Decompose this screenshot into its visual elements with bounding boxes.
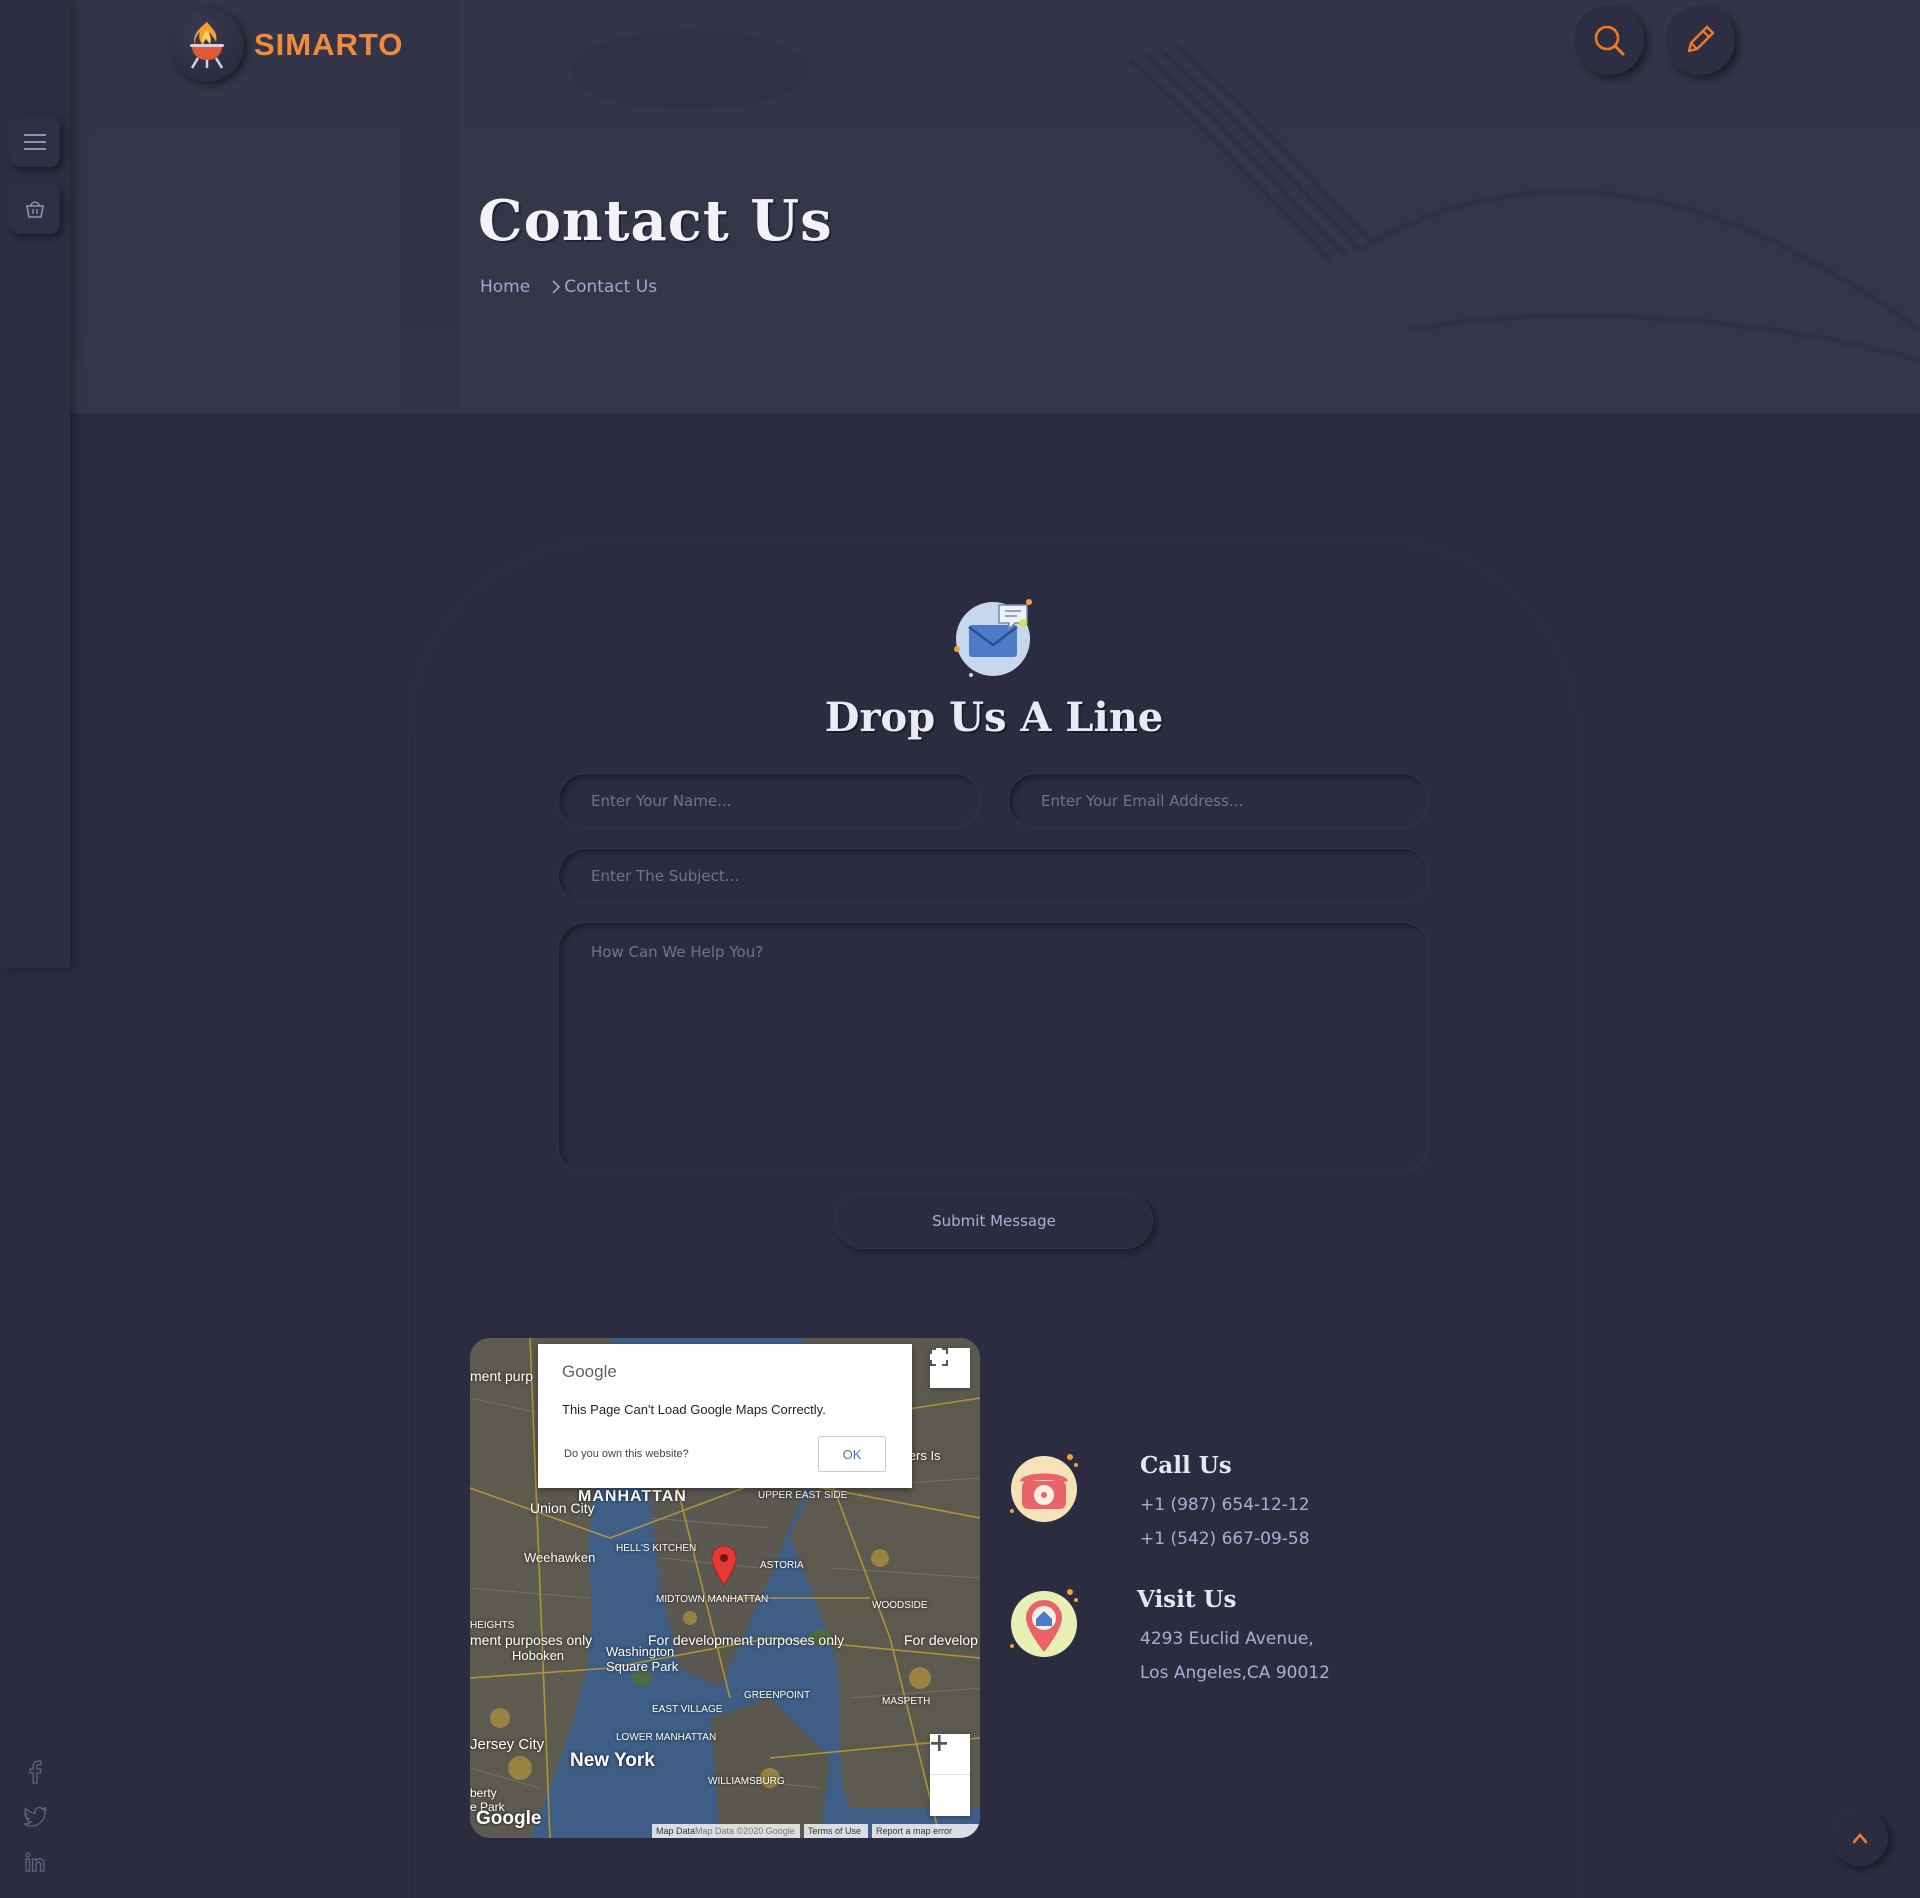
map-label: MIDTOWN MANHATTAN bbox=[656, 1594, 769, 1605]
chevron-right-icon bbox=[552, 280, 561, 294]
minus-icon bbox=[931, 1742, 947, 1745]
cart-icon bbox=[26, 201, 44, 218]
breadcrumb-home[interactable]: Home bbox=[480, 277, 530, 297]
map-label: WOODSIDE bbox=[872, 1600, 928, 1611]
search-icon bbox=[1594, 25, 1625, 56]
map-ok-button[interactable]: OK bbox=[818, 1436, 886, 1472]
zoom-out-button[interactable] bbox=[930, 1742, 970, 1815]
menu-button[interactable] bbox=[10, 117, 60, 167]
map-label: Jersey City bbox=[470, 1736, 545, 1753]
name-field[interactable]: Enter Your Name... bbox=[558, 773, 982, 829]
breadcrumb: Home Contact Us bbox=[480, 277, 657, 297]
map-marker-icon bbox=[711, 1545, 737, 1586]
google-brand-text: Google bbox=[562, 1362, 617, 1381]
google-map[interactable]: ment purp MANHATTAN Union City Weehawken… bbox=[470, 1338, 980, 1838]
message-field[interactable]: How Can We Help You? bbox=[558, 922, 1430, 1174]
submit-button[interactable]: Submit Message bbox=[835, 1193, 1153, 1249]
map-label: MASPETH bbox=[882, 1696, 931, 1707]
facebook-link[interactable] bbox=[18, 1755, 52, 1789]
map-label: EAST VILLAGE bbox=[652, 1704, 723, 1715]
email-field[interactable]: Enter Your Email Address... bbox=[1008, 773, 1430, 829]
brand-name: SIMARTO bbox=[254, 27, 404, 62]
map-label: New York bbox=[570, 1750, 655, 1771]
map-label: For develop bbox=[904, 1632, 978, 1648]
twitter-icon bbox=[23, 1807, 47, 1827]
map-own-site-question: Do you own this website? bbox=[564, 1448, 689, 1460]
grill-logo-icon bbox=[170, 8, 244, 82]
google-logo: Google bbox=[476, 1808, 542, 1829]
address-line: 4293 Euclid Avenue, bbox=[1140, 1629, 1314, 1649]
map-copyright: Map Data ©2020 Google bbox=[695, 1826, 795, 1836]
map-label: Hoboken bbox=[512, 1648, 565, 1663]
map-label: HEIGHTS bbox=[470, 1620, 515, 1631]
map-terms-link[interactable]: Terms of Use bbox=[804, 1824, 868, 1838]
map-label: UPPER EAST SIDE bbox=[758, 1490, 848, 1501]
fullscreen-button[interactable] bbox=[930, 1348, 970, 1388]
page-title: Contact Us bbox=[478, 188, 833, 254]
twitter-link[interactable] bbox=[18, 1800, 52, 1834]
map-label: WILLIAMSBURG bbox=[708, 1776, 785, 1787]
visit-us-title: Visit Us bbox=[1137, 1586, 1237, 1613]
envelope-icon bbox=[953, 597, 1037, 685]
form-title: Drop Us A Line bbox=[824, 694, 1164, 741]
address-line: Los Angeles,CA 90012 bbox=[1140, 1663, 1330, 1683]
map-label: Union City bbox=[530, 1500, 595, 1516]
site-logo[interactable]: SIMARTO bbox=[170, 8, 403, 82]
phone-number[interactable]: +1 (987) 654-12-12 bbox=[1140, 1495, 1310, 1515]
phone-number[interactable]: +1 (542) 667-09-58 bbox=[1140, 1529, 1310, 1549]
location-pin-icon bbox=[1008, 1586, 1082, 1664]
subject-field[interactable]: Enter The Subject... bbox=[558, 848, 1430, 904]
fullscreen-icon bbox=[930, 1348, 948, 1366]
map-label: LOWER MANHATTAN bbox=[616, 1732, 717, 1743]
telephone-icon bbox=[1008, 1451, 1082, 1529]
map-error-dialog: Google This Page Can't Load Google Maps … bbox=[538, 1344, 912, 1488]
map-data-attribution: Map Data Map Data ©2020 Google bbox=[652, 1824, 800, 1838]
chevron-up-icon bbox=[1852, 1833, 1868, 1844]
map-label: GREENPOINT bbox=[744, 1690, 811, 1701]
scroll-to-top-button[interactable] bbox=[1832, 1810, 1888, 1866]
left-sidebar bbox=[0, 0, 70, 968]
linkedin-icon bbox=[25, 1852, 45, 1872]
zoom-controls bbox=[930, 1734, 970, 1816]
cart-button[interactable] bbox=[10, 184, 60, 234]
breadcrumb-current: Contact Us bbox=[564, 277, 658, 297]
map-error-message: This Page Can't Load Google Maps Correct… bbox=[562, 1402, 826, 1417]
map-label: HELL'S KITCHEN bbox=[616, 1543, 697, 1554]
map-label: Washington Square Park bbox=[606, 1644, 679, 1674]
pencil-icon bbox=[1687, 25, 1715, 53]
call-us-title: Call Us bbox=[1140, 1452, 1232, 1479]
map-label: ment purposes only bbox=[470, 1632, 593, 1648]
facebook-icon bbox=[29, 1760, 42, 1784]
map-label: Weehawken bbox=[524, 1550, 596, 1565]
linkedin-link[interactable] bbox=[18, 1845, 52, 1879]
map-report-link[interactable]: Report a map error bbox=[872, 1824, 980, 1838]
map-label: ment purp bbox=[470, 1368, 534, 1384]
search-button[interactable] bbox=[1574, 5, 1644, 75]
map-data-label: Map Data bbox=[656, 1826, 696, 1836]
map-label: berty bbox=[470, 1786, 497, 1800]
menu-icon bbox=[24, 134, 46, 150]
edit-button[interactable] bbox=[1665, 5, 1735, 75]
map-label: ASTORIA bbox=[760, 1560, 804, 1571]
hero-banner: SIMARTO Contact Us Home Contact Us bbox=[70, 0, 1920, 413]
